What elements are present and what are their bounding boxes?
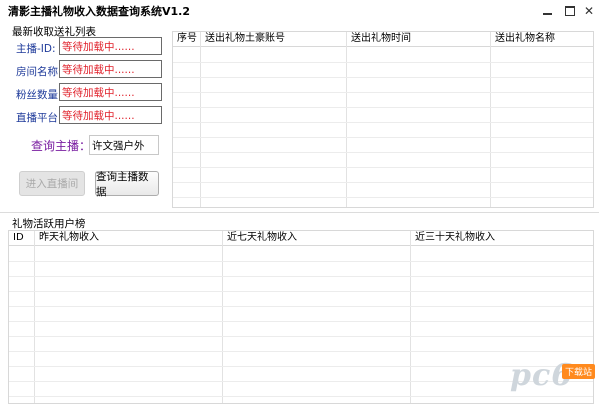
grid-column-line xyxy=(346,32,347,207)
column-header-yesterday-income[interactable]: 昨天礼物收入 xyxy=(35,231,99,245)
query-anchor-data-button-label: 查询主播数据 xyxy=(96,170,149,198)
grid-column-line xyxy=(34,231,35,403)
grid-column-line xyxy=(200,32,201,207)
title-bar: 清影主播礼物收入数据查询系统V1.2 ✕ xyxy=(0,0,599,22)
close-button[interactable]: ✕ xyxy=(578,0,599,22)
column-header-send-time[interactable]: 送出礼物时间 xyxy=(347,32,411,46)
grid-row-line xyxy=(173,137,593,138)
grid-row-line xyxy=(173,152,593,153)
query-anchor-input[interactable]: 许文强户外 xyxy=(89,135,159,155)
grid-row-line xyxy=(9,366,593,367)
enter-room-button-label: 进入直播间 xyxy=(25,178,79,190)
room-name-field[interactable]: 等待加载中...... xyxy=(59,60,162,78)
grid-row-line xyxy=(173,167,593,168)
room-name-label: 房间名称: xyxy=(16,66,62,78)
grid-row-line xyxy=(9,321,593,322)
grid-row-line xyxy=(173,77,593,78)
platform-field[interactable]: 等待加载中...... xyxy=(59,106,162,124)
fans-count-field[interactable]: 等待加载中...... xyxy=(59,83,162,101)
column-header-30day-income[interactable]: 近三十天礼物收入 xyxy=(411,231,495,245)
ranking-table-header: ID 昨天礼物收入 近七天礼物收入 近三十天礼物收入 xyxy=(9,231,593,246)
active-users-ranking-table[interactable]: ID 昨天礼物收入 近七天礼物收入 近三十天礼物收入 xyxy=(8,230,594,404)
grid-row-line xyxy=(173,92,593,93)
grid-row-line xyxy=(9,291,593,292)
grid-row-line xyxy=(9,276,593,277)
pc6-watermark: pc6 下载站 xyxy=(510,358,596,402)
close-icon: ✕ xyxy=(583,4,595,18)
platform-label: 直播平台: xyxy=(16,112,62,124)
grid-row-line xyxy=(9,381,593,382)
column-header-7day-income[interactable]: 近七天礼物收入 xyxy=(223,231,297,245)
anchor-id-field[interactable]: 等待加载中...... xyxy=(59,37,162,55)
anchor-id-label: 主播-ID: xyxy=(16,43,56,55)
grid-row-line xyxy=(9,396,593,397)
grid-column-line xyxy=(222,231,223,403)
grid-row-line xyxy=(173,197,593,198)
query-anchor-label: 查询主播： xyxy=(31,139,92,153)
window-title: 清影主播礼物收入数据查询系统V1.2 xyxy=(8,5,190,18)
enter-room-button[interactable]: 进入直播间 xyxy=(19,171,85,196)
grid-row-line xyxy=(173,62,593,63)
fans-count-label: 粉丝数量: xyxy=(16,89,62,101)
column-header-id[interactable]: ID xyxy=(9,231,24,245)
query-anchor-data-button[interactable]: 查询主播数据 xyxy=(95,170,159,198)
minimize-button[interactable] xyxy=(536,0,558,22)
grid-row-line xyxy=(9,306,593,307)
section-divider xyxy=(0,212,599,213)
gift-list-table[interactable]: 序号 送出礼物土豪账号 送出礼物时间 送出礼物名称 xyxy=(172,31,594,208)
grid-row-line xyxy=(9,336,593,337)
column-header-sender-account[interactable]: 送出礼物土豪账号 xyxy=(201,32,285,46)
maximize-icon xyxy=(565,6,575,16)
group-title-active-users: 礼物活跃用户榜 xyxy=(12,218,86,230)
grid-row-line xyxy=(173,122,593,123)
column-header-index[interactable]: 序号 xyxy=(173,32,197,46)
grid-row-line xyxy=(173,107,593,108)
minimize-icon xyxy=(542,13,552,15)
gift-table-header: 序号 送出礼物土豪账号 送出礼物时间 送出礼物名称 xyxy=(173,32,593,47)
grid-row-line xyxy=(173,182,593,183)
watermark-badge: 下载站 xyxy=(562,364,596,379)
grid-column-line xyxy=(410,231,411,403)
column-header-gift-name[interactable]: 送出礼物名称 xyxy=(491,32,555,46)
grid-row-line xyxy=(9,261,593,262)
grid-column-line xyxy=(490,32,491,207)
grid-row-line xyxy=(9,351,593,352)
